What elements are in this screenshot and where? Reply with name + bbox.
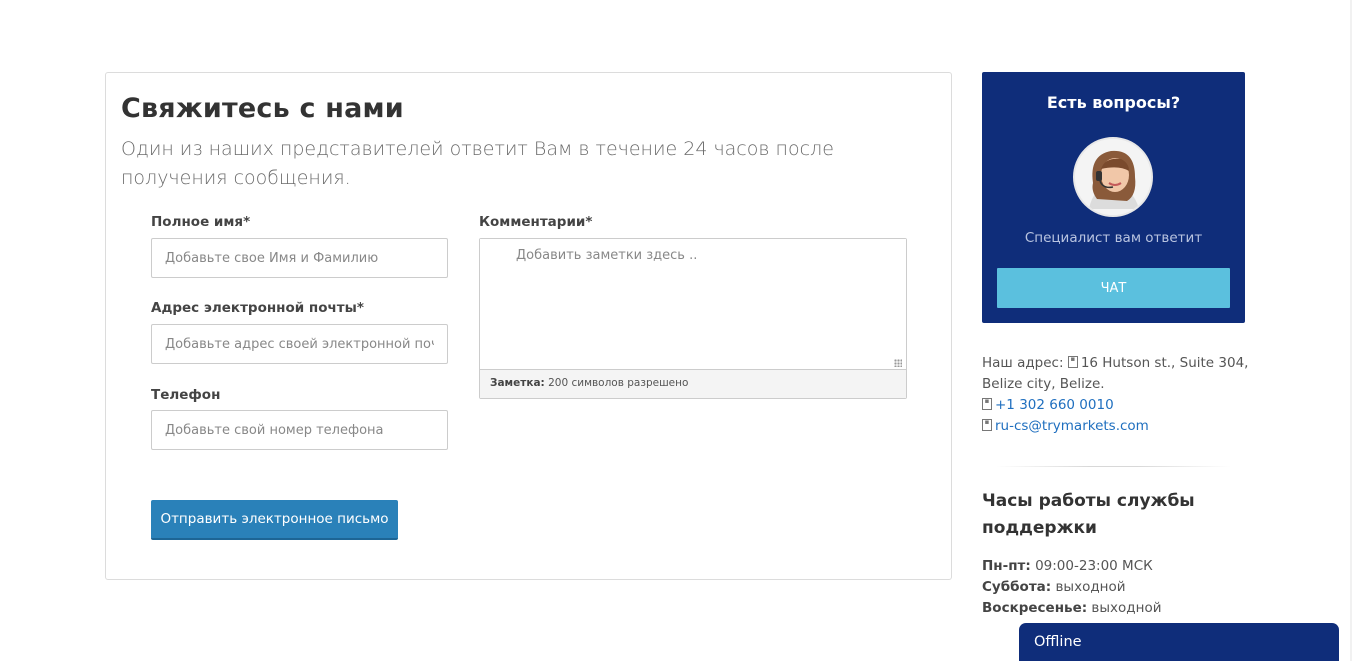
missing-glyph-icon: ▪ — [982, 398, 992, 410]
send-email-button[interactable]: Отправить электронное письмо — [151, 500, 398, 540]
support-agent-icon — [1075, 139, 1151, 215]
hours-sunday: Воскресенье: выходной — [982, 600, 1162, 616]
hours-sunday-label: Воскресенье: — [982, 600, 1088, 616]
chat-caption: Специалист вам ответит — [1024, 230, 1203, 246]
email-link[interactable]: ru-cs@trymarkets.com — [995, 418, 1149, 434]
comments-note: Заметка: 200 символов разрешено — [480, 370, 906, 398]
phone-line: ▪ +1 302 660 0010 — [982, 395, 1114, 416]
email-label: Адрес электронной почты* — [151, 300, 364, 316]
hours-weekdays-value: 09:00-23:00 МСК — [1030, 558, 1153, 574]
resize-handle-icon[interactable] — [894, 359, 902, 367]
email-line: ▪ ru-cs@trymarkets.com — [982, 416, 1149, 437]
hours-title: Часы работы службы поддержки — [982, 491, 1195, 538]
hours-saturday: Суббота: выходной — [982, 579, 1126, 595]
hours-saturday-label: Суббота: — [982, 579, 1052, 595]
offline-chat-tab[interactable]: Offline — [1019, 623, 1339, 661]
contact-card: Свяжитесь с нами Один из наших представи… — [105, 72, 952, 580]
divider — [996, 466, 1231, 467]
page-subtitle: Один из наших представителей ответит Вам… — [121, 138, 834, 189]
hours-sunday-value: выходной — [1087, 600, 1162, 616]
phone-label: Телефон — [151, 387, 221, 403]
email-input[interactable] — [151, 324, 448, 364]
full-name-input[interactable] — [151, 238, 448, 278]
phone-input[interactable] — [151, 410, 448, 450]
chat-button[interactable]: ЧАТ — [997, 268, 1230, 308]
comments-label: Комментарии* — [479, 214, 593, 230]
comments-field: Заметка: 200 символов разрешено — [479, 238, 907, 399]
address-street: 16 Hutson st., Suite 304, — [1080, 355, 1249, 371]
hours-saturday-value: выходной — [1051, 579, 1126, 595]
chat-title: Есть вопросы? — [1046, 93, 1181, 112]
full-name-label: Полное имя* — [151, 214, 251, 230]
phone-link[interactable]: +1 302 660 0010 — [995, 397, 1114, 413]
note-text: 200 символов разрешено — [544, 377, 689, 389]
missing-glyph-icon: ▪ — [982, 419, 992, 431]
page-title: Свяжитесь с нами — [121, 93, 404, 124]
hours-weekdays-label: Пн-пт: — [982, 558, 1031, 574]
chat-panel: Есть вопросы? Специалист вам ответит ЧАТ — [982, 72, 1245, 323]
address-line-2: Belize city, Belize. — [982, 376, 1105, 392]
address-line-1: Наш адрес: ▪ 16 Hutson st., Suite 304, — [982, 353, 1248, 374]
missing-glyph-icon: ▪ — [1067, 356, 1078, 368]
note-label: Заметка: — [490, 377, 545, 389]
comments-textarea[interactable] — [480, 239, 906, 370]
hours-weekdays: Пн-пт: 09:00-23:00 МСК — [982, 558, 1153, 574]
support-agent-avatar — [1073, 137, 1153, 217]
address-prefix: Наш адрес: — [982, 355, 1068, 371]
